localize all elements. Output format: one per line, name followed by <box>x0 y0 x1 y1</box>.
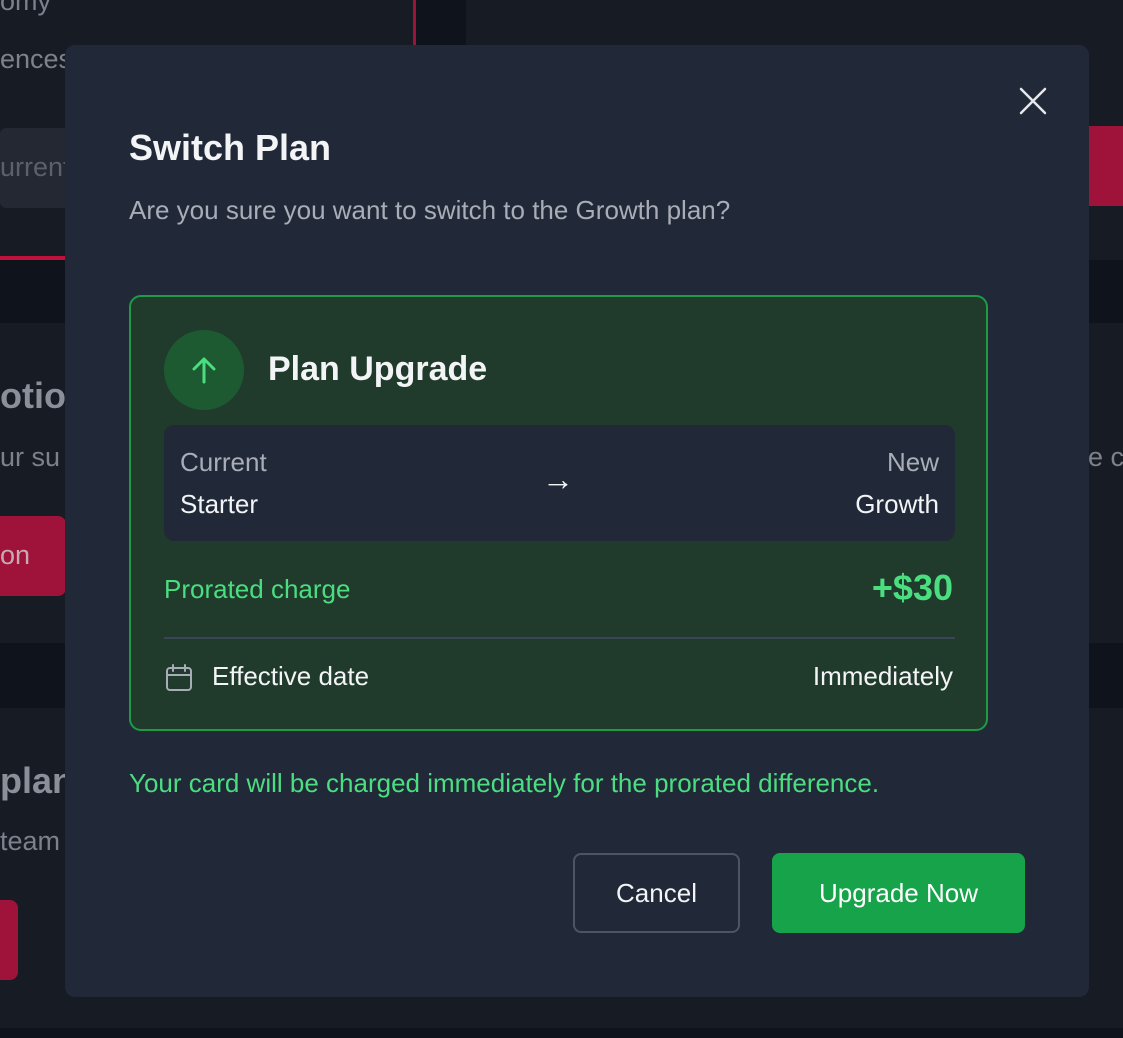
background-text: ur su <box>0 442 61 472</box>
background-text: urrent <box>0 152 71 182</box>
current-plan-label: Current <box>180 447 267 477</box>
cancel-button[interactable]: Cancel <box>573 853 740 933</box>
charge-note: Your card will be charged immediately fo… <box>129 768 880 798</box>
arrow-right-icon: → <box>542 461 574 497</box>
new-plan-label: New <box>886 447 939 477</box>
background-text: team <box>0 826 61 856</box>
upgrade-now-button[interactable]: Upgrade Now <box>772 853 1025 933</box>
background-text: e c <box>1088 442 1123 472</box>
new-plan-value: Growth <box>855 489 939 519</box>
close-button[interactable] <box>1015 83 1051 119</box>
page: omy ences urrent otior ur su on e c plan… <box>0 0 1123 1038</box>
background-text: plan <box>0 760 75 801</box>
modal-title: Switch Plan <box>129 127 332 168</box>
arrow-up-icon <box>192 357 216 384</box>
current-plan-value: Starter <box>180 489 259 519</box>
close-icon <box>1019 87 1047 115</box>
effective-date-label: Effective date <box>212 661 370 691</box>
effective-date-value: Immediately <box>812 661 953 691</box>
plan-comparison: Current Starter → New Growth <box>164 425 955 541</box>
background-underline-red <box>0 256 70 260</box>
modal-subtitle: Are you sure you want to switch to the G… <box>129 195 731 225</box>
divider <box>164 637 955 639</box>
upgrade-badge <box>164 330 244 410</box>
plan-upgrade-card: Plan Upgrade Current Starter → New Growt… <box>129 295 988 731</box>
switch-plan-modal: Switch Plan Are you sure you want to swi… <box>65 45 1089 997</box>
background-divider-red <box>413 0 416 45</box>
background-text: ences <box>0 44 73 74</box>
background-text: omy <box>0 0 52 16</box>
background-button-bottom <box>0 900 18 980</box>
plan-upgrade-title: Plan Upgrade <box>268 350 488 388</box>
prorated-charge-value: +$30 <box>871 567 953 608</box>
prorated-charge-label: Prorated charge <box>164 574 351 604</box>
background-text: on <box>0 540 31 570</box>
calendar-icon <box>166 664 192 691</box>
